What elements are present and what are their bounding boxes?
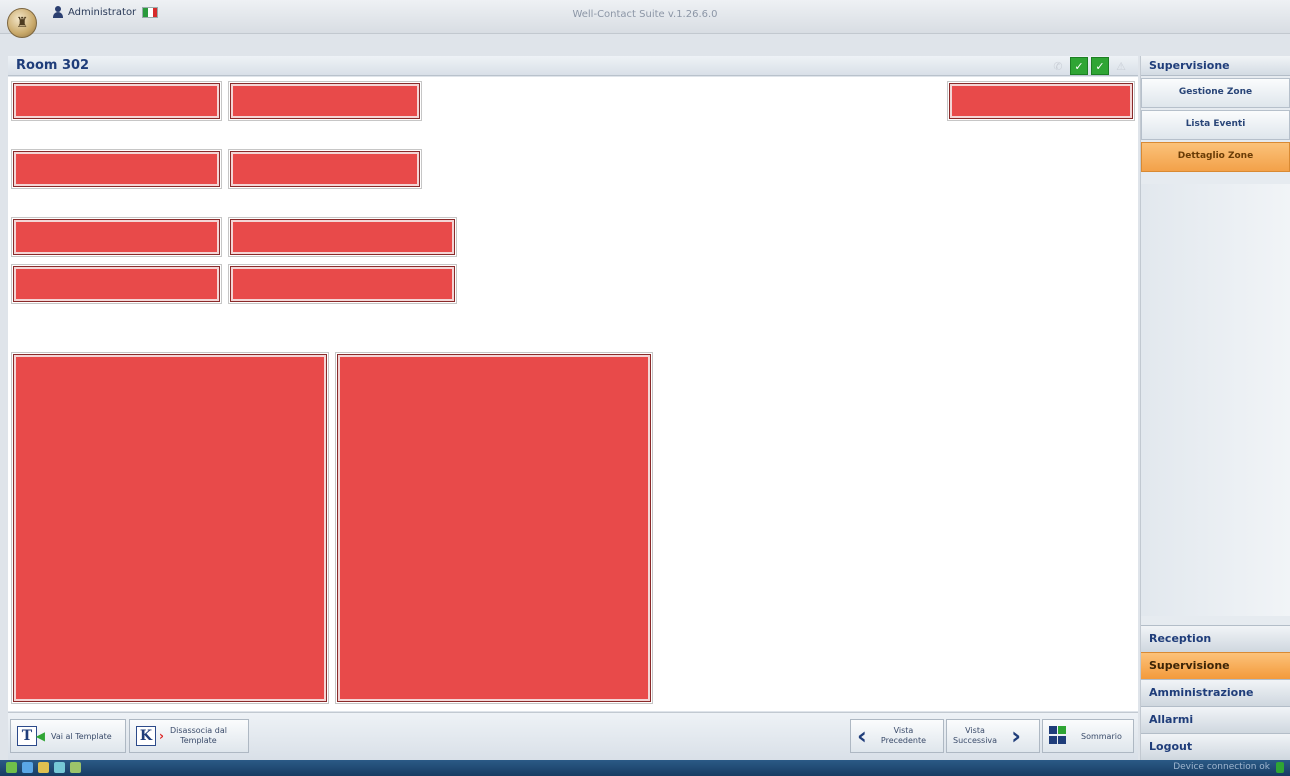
connection-icon — [1276, 762, 1284, 773]
nav-sections: Reception Supervisione Amministrazione A… — [1141, 625, 1290, 760]
panel-header: Supervisione — [1141, 56, 1290, 76]
zone-tile[interactable] — [947, 81, 1135, 121]
alarm-icon[interactable]: ⚠ — [1112, 57, 1130, 75]
check-icon[interactable]: ✓ — [1091, 57, 1109, 75]
zone-tile[interactable] — [11, 81, 222, 121]
nav-amministrazione[interactable]: Amministrazione — [1141, 679, 1290, 706]
prev-view-line1: Vista — [893, 726, 914, 735]
zone-tile[interactable] — [228, 81, 422, 121]
zone-tile-large[interactable] — [335, 352, 653, 704]
nav-supervisione[interactable]: Supervisione — [1141, 652, 1290, 679]
panel-empty-area — [1141, 184, 1290, 616]
goto-template-button[interactable]: T ◀ Vai al Template — [10, 719, 126, 753]
door-icon[interactable] — [38, 762, 49, 773]
person-icon[interactable] — [54, 762, 65, 773]
summary-icon — [1049, 726, 1075, 746]
template-icon: T ◀ — [17, 726, 45, 746]
summary-button[interactable]: Sommario — [1042, 719, 1134, 753]
zone-tile[interactable] — [228, 264, 457, 304]
dissociate-label-line1: Disassocia dal — [170, 726, 227, 735]
network-icon[interactable] — [6, 762, 17, 773]
dissociate-template-icon: K › — [136, 726, 164, 746]
chevron-left-icon: ‹ — [857, 722, 867, 750]
zone-canvas — [8, 77, 1138, 711]
nav-allarmi[interactable]: Allarmi — [1141, 706, 1290, 733]
nav-reception[interactable]: Reception — [1141, 625, 1290, 652]
gestione-zone-button[interactable]: Gestione Zone — [1141, 78, 1290, 108]
dissociate-template-button[interactable]: K › Disassocia dal Template — [129, 719, 249, 753]
status-bar: Device connection ok — [0, 760, 1290, 776]
summary-label: Sommario — [1081, 731, 1122, 741]
connection-status: Device connection ok — [1173, 762, 1270, 772]
zone-tile[interactable] — [11, 217, 222, 257]
next-view-button[interactable]: Vista Successiva › — [946, 719, 1040, 753]
tray-icons — [6, 762, 81, 773]
previous-view-button[interactable]: ‹ Vista Precedente — [850, 719, 944, 753]
alert-icon[interactable] — [70, 762, 81, 773]
app-title: Well-Contact Suite v.1.26.6.0 — [572, 9, 718, 20]
device-icon[interactable] — [22, 762, 33, 773]
zone-tile-large[interactable] — [11, 352, 329, 704]
lista-eventi-button[interactable]: Lista Eventi — [1141, 110, 1290, 140]
check-icon[interactable]: ✓ — [1070, 57, 1088, 75]
dettaglio-zone-button[interactable]: Dettaglio Zone — [1141, 142, 1290, 172]
prev-view-line2: Precedente — [880, 736, 927, 745]
zone-tile[interactable] — [228, 217, 457, 257]
next-view-line1: Vista — [965, 726, 985, 735]
bottom-toolbar: T ◀ Vai al Template K › Disassocia dal Tem… — [8, 712, 1138, 760]
status-icons: ✆ ✓ ✓ ⚠ — [1049, 57, 1130, 75]
room-title: Room 302 — [16, 58, 90, 73]
room-header: Room 302 ✆ ✓ ✓ ⚠ — [8, 56, 1138, 76]
zone-tile[interactable] — [11, 149, 222, 189]
nav-logout[interactable]: Logout — [1141, 733, 1290, 760]
zone-tile[interactable] — [228, 149, 422, 189]
chevron-right-icon: › — [1011, 722, 1021, 750]
dissociate-label-line2: Template — [180, 736, 217, 745]
next-view-line2: Successiva — [953, 736, 998, 745]
phone-icon[interactable]: ✆ — [1049, 57, 1067, 75]
right-panel: Supervisione Gestione Zone Lista Eventi … — [1140, 56, 1290, 760]
title-bar: ♜ Administrator Well-Contact Suite v.1.2… — [0, 0, 1290, 38]
zone-tile[interactable] — [11, 264, 222, 304]
goto-template-label: Vai al Template — [51, 731, 112, 741]
